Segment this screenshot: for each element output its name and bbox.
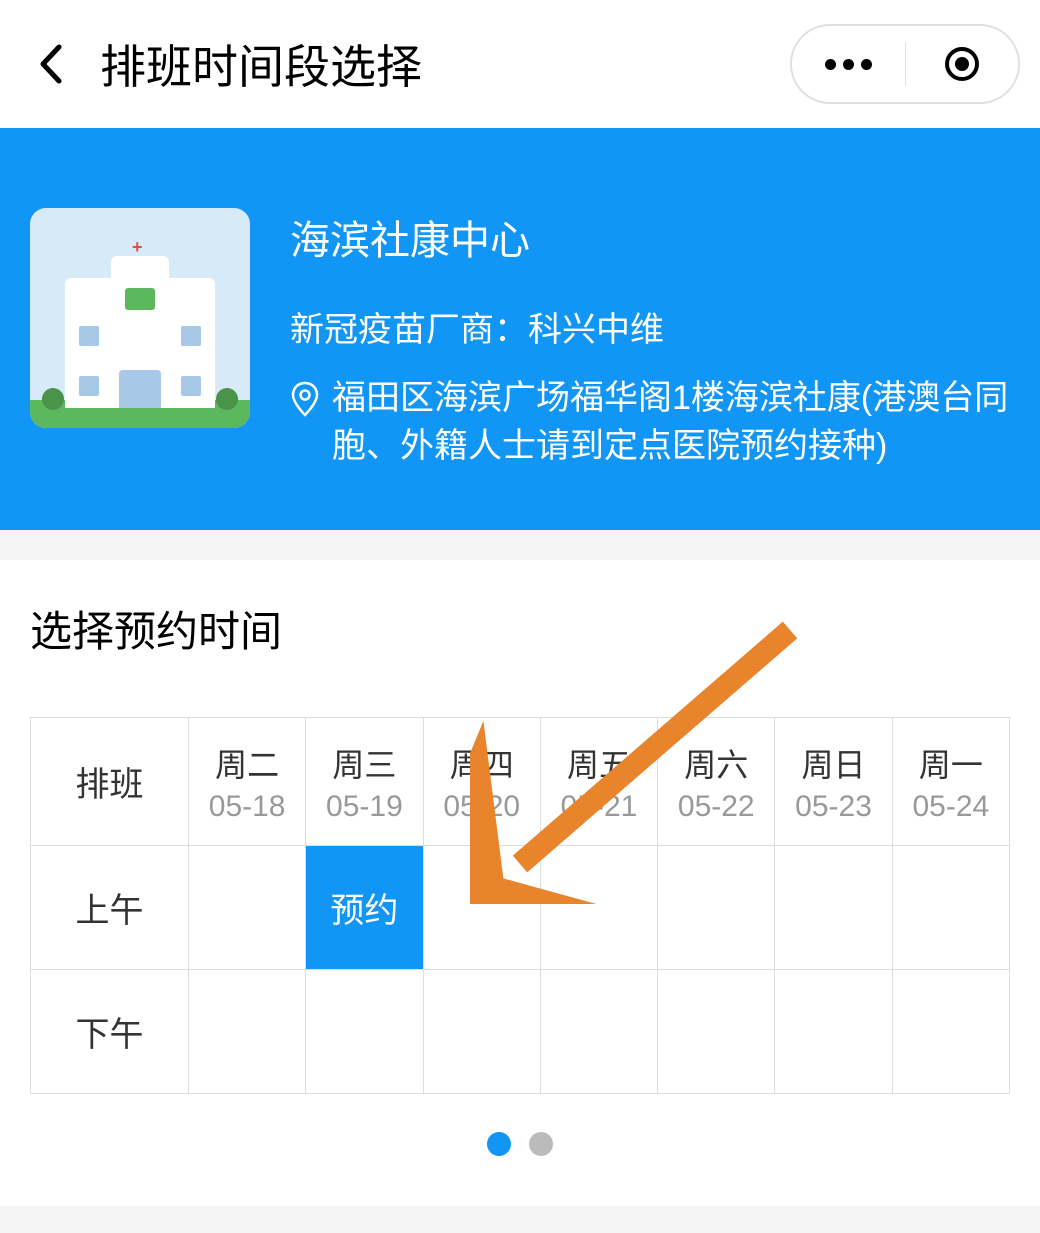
slot-cell[interactable] [306,970,423,1094]
nav-bar: 排班时间段选择 [0,0,1040,128]
day-header: 周二 05-18 [189,718,306,846]
hospital-name: 海滨社康中心 [290,208,1010,266]
pagination-dots [30,1132,1010,1156]
slot-cell[interactable] [775,846,892,970]
page-dot-2[interactable] [529,1132,553,1156]
slot-cell[interactable] [423,846,540,970]
schedule-corner: 排班 [31,718,189,846]
day-header: 周一 05-24 [892,718,1009,846]
schedule-table: 排班 周二 05-18周三 05-19周四 05-20周五 05-21周六 05-22周日… [30,717,1010,1094]
day-header: 周日 05-23 [775,718,892,846]
day-name: 周三 [306,740,422,786]
table-header-row: 排班 周二 05-18周三 05-19周四 05-20周五 05-21周六 05-22周日… [31,718,1010,846]
slot-cell[interactable] [540,970,657,1094]
day-name: 周日 [775,740,891,786]
morning-row: 上午 预约 [31,846,1010,970]
slot-cell[interactable] [189,846,306,970]
mini-program-capsule [790,24,1020,104]
day-date: 05-22 [658,790,774,824]
day-name: 周一 [893,740,1009,786]
day-name: 周五 [541,740,657,786]
slot-cell[interactable] [892,846,1009,970]
day-date: 05-23 [775,790,891,824]
section-title: 选择预约时间 [30,598,1010,659]
day-name: 周四 [424,740,540,786]
day-name: 周六 [658,740,774,786]
menu-button[interactable] [792,26,905,102]
hospital-card: + 海滨社康中心 新冠疫苗厂商：科兴中维 福田区海滨广场福华阁1楼海滨社康(港澳… [0,128,1040,530]
schedule-section: 选择预约时间 排班 周二 05-18周三 05-19周四 05-20周五 05-21周六… [0,560,1040,1206]
location-icon [290,381,320,422]
slot-cell[interactable] [775,970,892,1094]
slot-cell[interactable]: 预约 [306,846,423,970]
page-dot-1[interactable] [487,1132,511,1156]
hospital-address: 福田区海滨广场福华阁1楼海滨社康(港澳台同胞、外籍人士请到定点医院预约接种) [332,375,1010,470]
slot-cell[interactable] [423,970,540,1094]
back-icon[interactable] [30,44,70,84]
page-title: 排班时间段选择 [100,31,422,97]
day-date: 05-18 [189,790,305,824]
afternoon-label: 下午 [31,970,189,1094]
day-header: 周六 05-22 [658,718,775,846]
day-header: 周四 05-20 [423,718,540,846]
day-date: 05-19 [306,790,422,824]
target-icon [945,47,979,81]
day-date: 05-21 [541,790,657,824]
day-header: 周五 05-21 [540,718,657,846]
slot-cell[interactable] [892,970,1009,1094]
slot-cell[interactable] [658,970,775,1094]
close-button[interactable] [906,26,1019,102]
hospital-image: + [30,208,250,428]
day-header: 周三 05-19 [306,718,423,846]
day-date: 05-20 [424,790,540,824]
day-name: 周二 [189,740,305,786]
morning-label: 上午 [31,846,189,970]
afternoon-row: 下午 [31,970,1010,1094]
ellipsis-icon [825,59,872,70]
slot-cell[interactable] [658,846,775,970]
day-date: 05-24 [893,790,1009,824]
slot-cell[interactable] [540,846,657,970]
slot-cell[interactable] [189,970,306,1094]
vaccine-vendor: 新冠疫苗厂商：科兴中维 [290,302,1010,351]
